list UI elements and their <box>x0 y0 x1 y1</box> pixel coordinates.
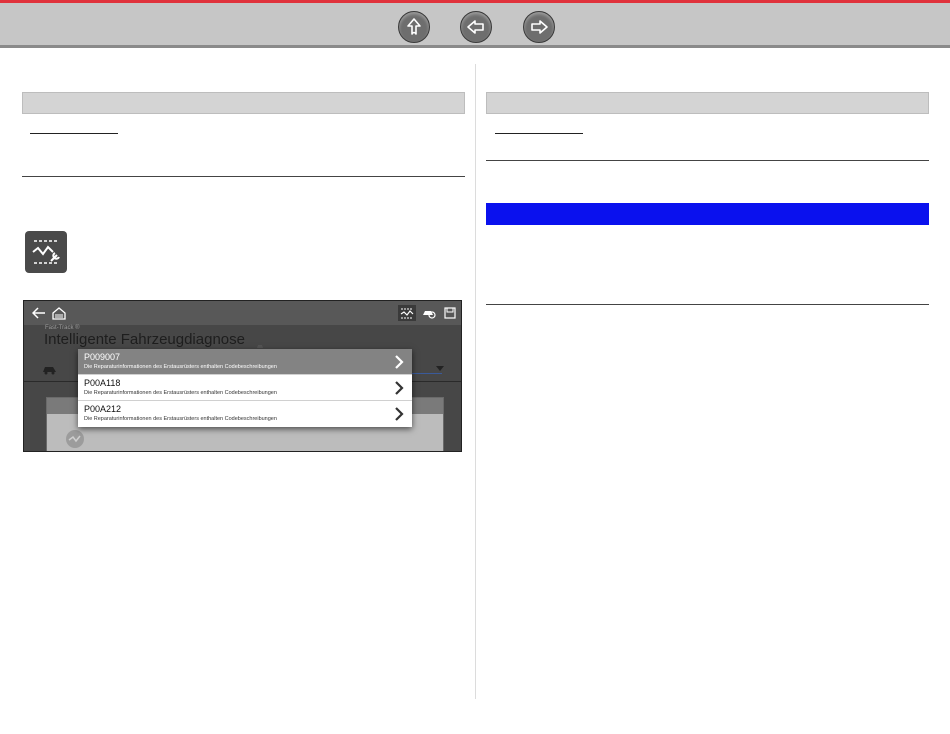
up-button[interactable] <box>398 11 430 43</box>
chevron-right-icon <box>395 381 404 395</box>
code-label: P00A118 <box>84 378 121 388</box>
chevron-right-icon <box>395 407 404 421</box>
right-section-rule-bottom <box>486 304 929 305</box>
chevron-right-icon <box>395 355 404 369</box>
device-toolbar <box>24 301 461 325</box>
back-button[interactable] <box>460 11 492 43</box>
back-arrow-icon[interactable] <box>32 305 46 321</box>
left-arrow-icon <box>467 20 484 34</box>
left-section-rule <box>22 176 465 177</box>
code-label: P009007 <box>84 352 121 362</box>
top-navigation-bar <box>0 0 950 48</box>
code-item-3[interactable]: P00A212 Die Reparaturinformationen des E… <box>78 401 412 427</box>
code-item-1[interactable]: P009007 Die Reparaturinformationen des E… <box>78 349 412 375</box>
code-item-2[interactable]: P00A118 Die Reparaturinformationen des E… <box>78 375 412 401</box>
left-section-header-bar <box>22 92 465 114</box>
device-title: Intelligente Fahrzeugdiagnose <box>44 331 245 348</box>
diagnostic-tool-icon <box>25 231 67 273</box>
code-description: Die Reparaturinformationen des Erstausrü… <box>84 416 277 422</box>
right-section-header-bar <box>486 92 929 114</box>
code-description: Die Reparaturinformationen des Erstausrü… <box>84 390 277 396</box>
highlight-bar <box>486 203 929 225</box>
home-icon[interactable] <box>52 305 66 321</box>
vehicle-search-icon[interactable] <box>422 305 436 321</box>
diagnostic-mode-icon[interactable] <box>398 305 416 321</box>
vehicle-icon <box>43 367 56 375</box>
up-arrow-icon <box>407 18 421 35</box>
dropdown-caret-icon <box>436 366 444 371</box>
code-dropdown-list: P009007 Die Reparaturinformationen des E… <box>78 349 412 427</box>
lightbulb-icon <box>66 430 84 448</box>
code-description: Die Reparaturinformationen des Erstausrü… <box>84 364 277 370</box>
right-arrow-icon <box>531 20 548 34</box>
code-label: P00A212 <box>84 404 122 414</box>
column-divider <box>475 64 476 699</box>
left-short-rule <box>30 133 118 134</box>
device-screenshot: Fast-Track ® Intelligente Fahrzeugdiagno… <box>23 300 462 452</box>
right-short-rule <box>495 133 583 134</box>
forward-button[interactable] <box>523 11 555 43</box>
right-section-rule-top <box>486 160 929 161</box>
save-icon[interactable] <box>444 305 456 321</box>
